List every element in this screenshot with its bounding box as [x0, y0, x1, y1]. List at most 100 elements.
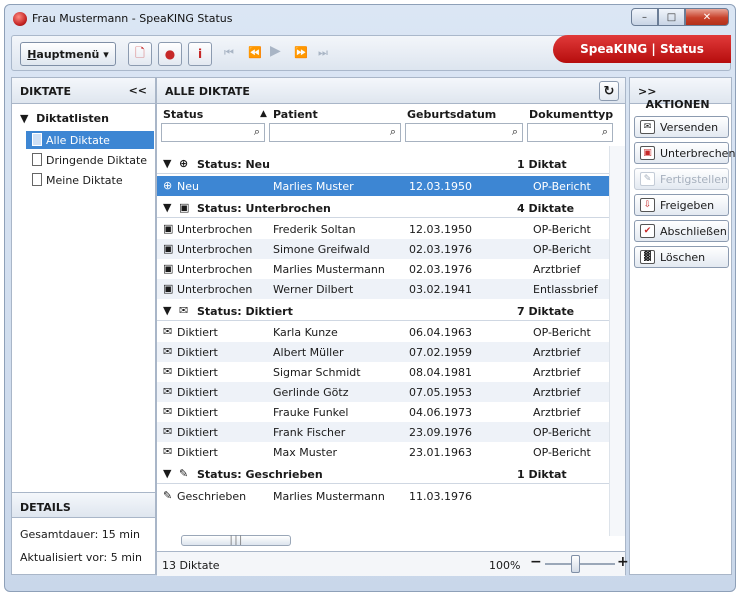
interrupted-icon: ▣: [179, 201, 190, 214]
info-button[interactable]: i: [188, 42, 212, 66]
cell-birthdate: 12.03.1950: [409, 180, 472, 193]
cell-patient: Max Muster: [273, 446, 338, 459]
finish-button[interactable]: ✎ Fertigstellen: [634, 168, 729, 190]
tree-group-diktatlisten[interactable]: ▼ Diktatlisten: [20, 112, 109, 125]
refresh-button[interactable]: ↻: [599, 81, 619, 101]
cell-status: Unterbrochen: [177, 263, 253, 276]
record-button[interactable]: ●: [158, 42, 182, 66]
group-header-unterbrochen[interactable]: ▼ ▣ Status: Unterbrochen 4 Diktate: [157, 198, 609, 218]
filter-birthdate-input[interactable]: ⌕: [405, 123, 523, 142]
column-header-patient[interactable]: Patient: [273, 108, 318, 121]
filter-doctype-input[interactable]: ⌕: [527, 123, 613, 142]
group-label: Status: Unterbrochen: [197, 202, 331, 215]
skip-start-icon[interactable]: ⏮: [224, 46, 234, 60]
rewind-icon[interactable]: ⏪: [248, 46, 262, 59]
main-menu-button[interactable]: Hauptmenü ▾: [20, 42, 116, 66]
table-row[interactable]: ✎ Geschrieben Marlies Mustermann 11.03.1…: [157, 486, 609, 506]
interrupted-icon: ▣: [640, 146, 655, 160]
dictation-grid: ▼ ⊕ Status: Neu 1 Diktat ⊕ Neu Marlies M…: [157, 146, 609, 526]
horizontal-scroll-thumb[interactable]: │││: [181, 535, 291, 546]
cell-doctype: OP-Bericht: [533, 243, 591, 256]
collapse-sidebar-button[interactable]: <<: [129, 84, 147, 97]
collapse-arrow-icon[interactable]: ▼: [163, 157, 171, 170]
table-row[interactable]: ▣ Unterbrochen Frederik Soltan 12.03.195…: [157, 219, 609, 239]
finish-document-icon: ✎: [640, 172, 655, 186]
complete-button-label: Abschließen: [660, 225, 727, 238]
skip-end-icon[interactable]: ⏭: [318, 46, 328, 60]
envelope-icon: ✉: [163, 365, 173, 378]
minimize-button[interactable]: –: [631, 8, 658, 26]
envelope-icon: ✉: [163, 385, 173, 398]
cell-patient: Gerlinde Götz: [273, 386, 349, 399]
collapse-arrow-icon[interactable]: ▼: [163, 467, 171, 480]
cell-status: Diktiert: [177, 446, 218, 459]
cell-birthdate: 02.03.1976: [409, 263, 472, 276]
group-header-diktiert[interactable]: ▼ ✉ Status: Diktiert 7 Diktate: [157, 301, 609, 321]
table-row[interactable]: ✉ Diktiert Frank Fischer 23.09.1976 OP-B…: [157, 422, 609, 442]
zoom-out-button[interactable]: −: [530, 554, 542, 570]
zoom-slider-track[interactable]: [545, 563, 615, 565]
vertical-scrollbar[interactable]: [609, 146, 625, 536]
expand-actions-button[interactable]: >>: [638, 85, 656, 98]
table-row[interactable]: ✉ Diktiert Karla Kunze 06.04.1963 OP-Ber…: [157, 322, 609, 342]
maximize-button[interactable]: □: [658, 8, 685, 26]
document-icon: [32, 173, 42, 186]
dropdown-arrow-icon: ▾: [103, 47, 109, 61]
table-row[interactable]: ✉ Diktiert Albert Müller 07.02.1959 Arzt…: [157, 342, 609, 362]
table-row[interactable]: ✉ Diktiert Frauke Funkel 04.06.1973 Arzt…: [157, 402, 609, 422]
interrupt-button-label: Unterbrechen: [660, 147, 736, 160]
group-label: Status: Neu: [197, 158, 270, 171]
release-button[interactable]: ⇩ Freigeben: [634, 194, 729, 216]
group-header-neu[interactable]: ▼ ⊕ Status: Neu 1 Diktat: [157, 154, 609, 174]
table-row[interactable]: ✉ Diktiert Max Muster 23.01.1963 OP-Beri…: [157, 442, 609, 462]
delete-button-label: Löschen: [660, 251, 706, 264]
interrupt-button[interactable]: ▣ Unterbrechen: [634, 142, 735, 164]
main-header: ALLE DIKTATE ↻: [157, 78, 625, 104]
send-button[interactable]: ✉ Versenden: [634, 116, 729, 138]
complete-button[interactable]: ✔ Abschließen: [634, 220, 729, 242]
delete-button[interactable]: ▓ Löschen: [634, 246, 729, 268]
cell-status: Unterbrochen: [177, 223, 253, 236]
column-header-birthdate[interactable]: Geburtsdatum: [407, 108, 496, 121]
zoom-slider-handle[interactable]: [571, 555, 580, 573]
table-row[interactable]: ✉ Diktiert Sigmar Schmidt 08.04.1981 Arz…: [157, 362, 609, 382]
close-button[interactable]: ✕: [685, 8, 729, 26]
column-header-doctype[interactable]: Dokumenttyp: [529, 108, 613, 121]
expand-arrow-icon[interactable]: ▼: [20, 112, 28, 125]
group-header-geschrieben[interactable]: ▼ ✎ Status: Geschrieben 1 Diktat: [157, 464, 609, 484]
main-menu-label-mnemonic: H: [27, 47, 37, 61]
table-row[interactable]: ▣ Unterbrochen Werner Dilbert 03.02.1941…: [157, 279, 609, 299]
collapse-arrow-icon[interactable]: ▼: [163, 201, 171, 214]
horizontal-scrollbar[interactable]: │││: [161, 533, 607, 547]
group-label: Status: Geschrieben: [197, 468, 323, 481]
sidebar-item-meine-diktate[interactable]: Meine Diktate: [26, 171, 154, 189]
sidebar-item-alle-diktate[interactable]: Alle Diktate: [26, 131, 154, 149]
table-row[interactable]: ⊕ Neu Marlies Muster 12.03.1950 OP-Beric…: [157, 176, 609, 196]
filter-status-input[interactable]: ⌕: [161, 123, 265, 142]
cell-birthdate: 04.06.1973: [409, 406, 472, 419]
collapse-arrow-icon[interactable]: ▼: [163, 304, 171, 317]
cell-birthdate: 12.03.1950: [409, 223, 472, 236]
sidebar-item-dringende-diktate[interactable]: Dringende Diktate: [26, 151, 154, 169]
table-row[interactable]: ✉ Diktiert Gerlinde Götz 07.05.1953 Arzt…: [157, 382, 609, 402]
updated-ago-label: Aktualisiert vor:: [20, 551, 108, 564]
zoom-in-button[interactable]: +: [617, 554, 629, 570]
play-icon[interactable]: ▶: [270, 43, 281, 59]
interrupted-icon: ▣: [163, 242, 174, 255]
cell-patient: Frank Fischer: [273, 426, 346, 439]
sidebar-item-label: Meine Diktate: [46, 174, 123, 187]
new-dictation-button[interactable]: 🗋: [128, 42, 152, 66]
group-label: Status: Diktiert: [197, 305, 293, 318]
fast-forward-icon[interactable]: ⏩: [294, 46, 308, 59]
filter-patient-input[interactable]: ⌕: [269, 123, 401, 142]
table-row[interactable]: ▣ Unterbrochen Simone Greifwald 02.03.19…: [157, 239, 609, 259]
dictation-list-panel: ALLE DIKTATE ↻ Status ▲ Patient Geburtsd…: [156, 77, 629, 576]
search-icon: ⌕: [389, 125, 396, 138]
column-header-status[interactable]: Status: [163, 108, 203, 121]
plus-circle-icon: ⊕: [179, 157, 189, 170]
table-row[interactable]: ▣ Unterbrochen Marlies Mustermann 02.03.…: [157, 259, 609, 279]
window-status-bar: [11, 577, 731, 591]
cell-birthdate: 23.09.1976: [409, 426, 472, 439]
envelope-icon: ✉: [163, 445, 173, 458]
details-header: DETAILS: [12, 492, 155, 518]
